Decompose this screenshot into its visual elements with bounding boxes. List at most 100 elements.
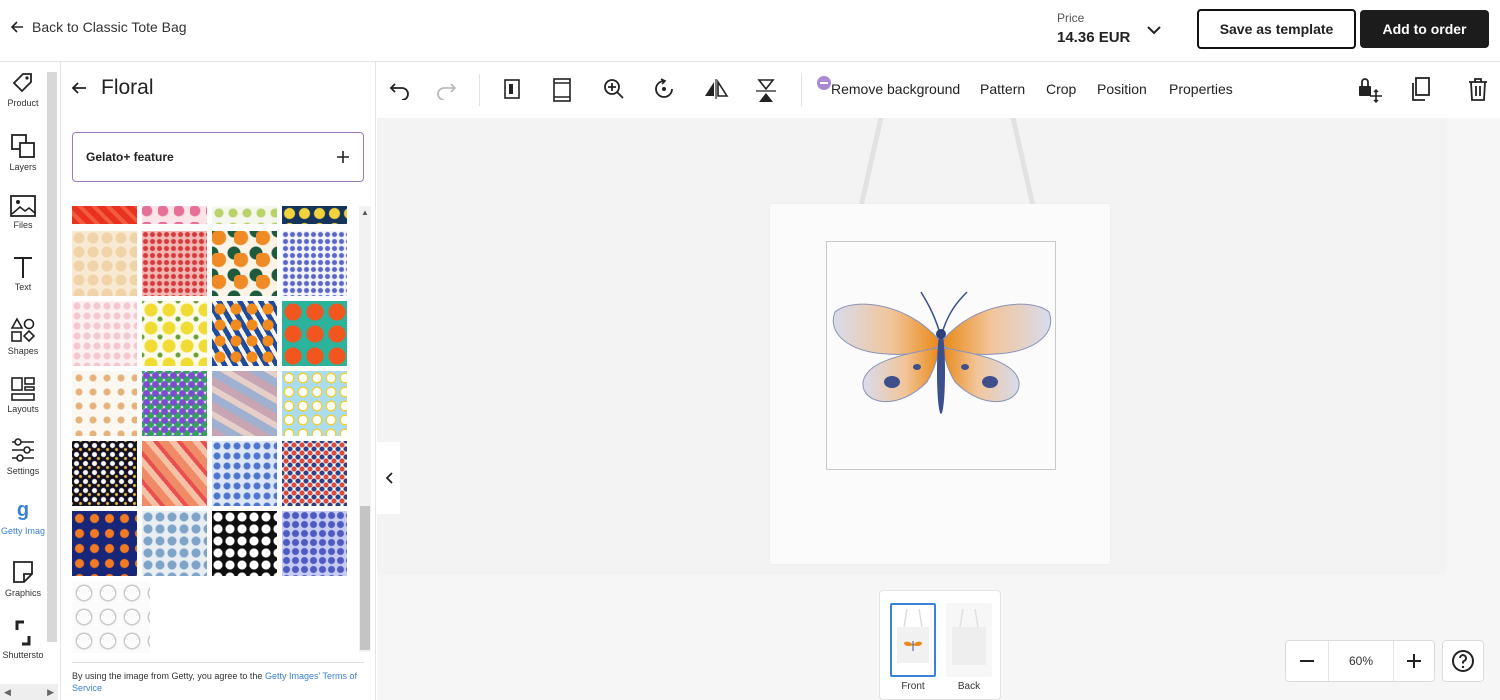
panel-scrollbar[interactable]: ▲ <box>359 206 371 652</box>
front-preview-icon <box>897 608 929 663</box>
pattern-tile-red-ditsy[interactable] <box>142 231 207 296</box>
arrow-left-icon <box>10 21 23 33</box>
tag-icon <box>12 73 32 93</box>
zoom-out-button[interactable] <box>1294 648 1320 674</box>
pattern-tile-grey-blue-floral[interactable] <box>142 511 207 576</box>
layers-icon <box>11 134 35 158</box>
pattern-tile-dusty-abstract[interactable] <box>212 371 277 436</box>
flip-vertical-icon[interactable] <box>755 78 777 104</box>
rail-item-shutterstock[interactable]: Shuttersto <box>0 618 46 660</box>
panel-title: Floral <box>101 76 154 99</box>
save-as-template-button[interactable]: Save as template <box>1197 9 1356 49</box>
rail-item-files[interactable]: Files <box>0 194 46 230</box>
rail-item-graphics[interactable]: Graphics <box>0 558 46 598</box>
sliders-icon <box>12 438 34 462</box>
zoom-level: 60% <box>1328 641 1394 681</box>
pattern-tile-coral-leaves[interactable] <box>142 441 207 506</box>
fit-height-icon[interactable] <box>551 78 573 102</box>
pattern-tile-blue-ditsy[interactable] <box>282 231 347 296</box>
print-area[interactable] <box>826 241 1056 470</box>
rail-label: Layouts <box>7 404 39 414</box>
rail-label: Layers <box>9 162 37 172</box>
pattern-tile-violet-floral[interactable] <box>142 371 207 436</box>
pattern-tile-daisy-blue[interactable] <box>282 371 347 436</box>
product-sides-selector: Front Back <box>879 590 1001 700</box>
canvas-stage <box>377 118 1447 575</box>
pattern-tile-line-floral[interactable] <box>72 371 137 436</box>
redo-icon[interactable] <box>435 78 457 100</box>
pattern-tile-tropical-orange[interactable] <box>212 231 277 296</box>
rail-item-product[interactable]: Product <box>0 70 46 108</box>
lock-move-icon[interactable] <box>1357 76 1383 104</box>
chevron-down-icon[interactable] <box>1146 24 1162 36</box>
duplicate-icon[interactable] <box>1409 76 1431 102</box>
rail-label: Product <box>7 98 39 108</box>
pattern-tile-blush-floral[interactable] <box>72 301 137 366</box>
rotate-icon[interactable] <box>653 78 675 100</box>
add-to-order-button[interactable]: Add to order <box>1360 10 1489 48</box>
rail-item-getty-images[interactable]: g Getty Imag <box>0 498 46 536</box>
crop-button[interactable]: Crop <box>1046 81 1076 97</box>
sticker-icon <box>13 561 33 583</box>
help-button[interactable] <box>1442 640 1484 682</box>
position-button[interactable]: Position <box>1097 81 1147 97</box>
pattern-tile-periwinkle-floral[interactable] <box>282 511 347 576</box>
fit-width-icon[interactable] <box>501 78 523 100</box>
pattern-tile-blue-floral[interactable] <box>212 441 277 506</box>
rail-label: Files <box>13 220 33 230</box>
text-icon <box>14 257 32 278</box>
pattern-tile-lime-floral[interactable] <box>212 206 277 224</box>
pattern-tile-orange-blue-leaves[interactable] <box>212 301 277 366</box>
trash-icon[interactable] <box>1467 76 1489 102</box>
pattern-tile-cream-floral[interactable] <box>72 231 137 296</box>
pattern-tile-black-daisy[interactable] <box>72 441 137 506</box>
editor-toolbar: Remove background Pattern Crop Position … <box>377 62 1500 118</box>
gelato-plus-feature[interactable]: Gelato+ feature <box>72 132 364 182</box>
question-icon <box>1452 650 1474 672</box>
rail-item-shapes[interactable]: Shapes <box>0 316 46 356</box>
rail-item-layers[interactable]: Layers <box>0 132 46 172</box>
pattern-tile-navy-red-floral[interactable] <box>282 441 347 506</box>
pattern-tile-lemon-navy[interactable] <box>282 206 347 224</box>
scroll-up-icon[interactable]: ▲ <box>361 208 369 217</box>
pattern-tile-navy-orange[interactable] <box>72 511 137 576</box>
pattern-tile-pink-floral[interactable] <box>142 206 207 224</box>
zoom-in-icon[interactable] <box>603 78 625 100</box>
rail-horizontal-scrollbar[interactable]: ◀ ▶ <box>0 684 58 700</box>
toolbar-separator <box>801 74 802 106</box>
scroll-thumb[interactable] <box>360 506 370 650</box>
top-bar: Back to Classic Tote Bag Price 14.36 EUR… <box>0 0 1500 62</box>
back-arrow-icon[interactable] <box>71 81 87 95</box>
butterfly-image[interactable] <box>827 242 1055 469</box>
scroll-left-icon[interactable]: ◀ <box>4 687 11 698</box>
side-front-thumbnail[interactable] <box>890 603 936 677</box>
scroll-right-icon[interactable]: ▶ <box>47 687 54 698</box>
rail-label: Getty Imag <box>0 526 45 536</box>
pattern-tile-oranges-teal[interactable] <box>282 301 347 366</box>
undo-icon[interactable] <box>389 78 411 100</box>
pattern-button[interactable]: Pattern <box>980 81 1025 97</box>
remove-background-button[interactable]: Remove background <box>831 81 960 97</box>
collapse-panel-button[interactable] <box>377 442 400 514</box>
getty-images-panel: Floral Gelato+ feature ▲ By using the im… <box>61 62 376 700</box>
feature-label: Gelato+ feature <box>86 150 174 164</box>
svg-text:g: g <box>17 499 29 521</box>
back-to-product-link[interactable]: Back to Classic Tote Bag <box>10 19 187 35</box>
zoom-in-button[interactable] <box>1401 648 1427 674</box>
pattern-tile-lemons[interactable] <box>142 301 207 366</box>
zoom-control: 60% <box>1285 640 1435 682</box>
rail-item-settings[interactable]: Settings <box>0 436 46 476</box>
flip-horizontal-icon[interactable] <box>703 78 729 100</box>
premium-badge-icon <box>817 76 831 90</box>
panel-header: Floral <box>71 76 154 100</box>
properties-button[interactable]: Properties <box>1169 81 1233 97</box>
rail-scrollbar[interactable] <box>47 72 57 642</box>
terms-text: By using the image from Getty, you agree… <box>72 671 265 681</box>
rail-item-layouts[interactable]: Layouts <box>0 376 46 414</box>
pattern-tile-black-white-leaves[interactable] <box>212 511 277 576</box>
rail-item-text[interactable]: Text <box>0 254 46 292</box>
pattern-tile-red-pattern[interactable] <box>72 206 137 224</box>
side-back-thumbnail[interactable] <box>946 603 992 677</box>
pattern-tile-sketch-roses[interactable] <box>72 581 150 653</box>
back-link-label: Back to Classic Tote Bag <box>32 19 187 35</box>
